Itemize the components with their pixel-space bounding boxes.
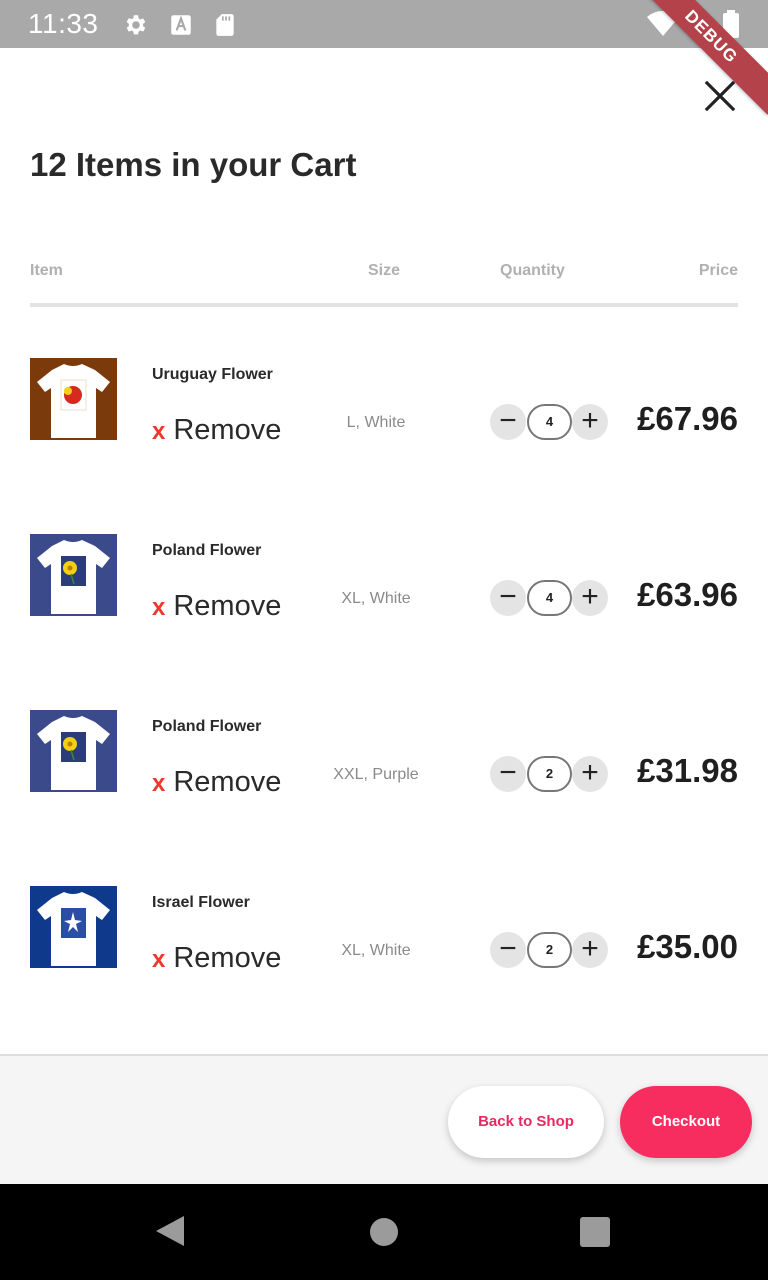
increase-quantity-button[interactable]: + [572,404,608,440]
navigation-bar [0,1184,768,1280]
remove-x-icon: x [152,594,166,621]
decrease-quantity-button[interactable]: − [490,756,526,792]
increase-quantity-button[interactable]: + [572,932,608,968]
remove-x-icon: x [152,418,166,445]
cart-row: Uruguay Flower x Remove L, White − 4 + £6… [0,358,768,488]
recents-square-icon[interactable] [580,1217,610,1247]
header-item: Item [30,262,63,279]
remove-label: Remove [173,590,282,622]
item-name[interactable]: Israel Flower [152,894,250,912]
item-size: L, White [346,414,406,431]
remove-x-icon: x [152,946,166,973]
remove-label: Remove [173,766,282,798]
item-price: £63.96 [637,576,738,613]
quantity-field[interactable]: 4 [527,580,572,616]
remove-button[interactable]: x Remove [152,766,281,799]
back-to-shop-button[interactable]: Back to Shop [448,1086,604,1158]
gear-icon [126,15,146,35]
header-price: Price [698,262,738,279]
item-size: XL, White [341,590,411,607]
item-name[interactable]: Poland Flower [152,542,261,560]
item-name[interactable]: Uruguay Flower [152,366,273,384]
cart-row: Israel Flower x Remove XL, White − 2 + £3… [0,886,768,1016]
quantity-field[interactable]: 2 [527,932,572,968]
remove-button[interactable]: x Remove [152,942,281,975]
increase-quantity-button[interactable]: + [572,756,608,792]
decrease-quantity-button[interactable]: − [490,932,526,968]
product-thumbnail[interactable] [30,710,117,792]
header-quantity: Quantity [500,262,565,279]
status-bar: 11:33 [0,0,768,48]
close-icon[interactable] [702,78,738,114]
product-thumbnail[interactable] [30,886,117,968]
item-size: XXL, Purple [333,766,419,783]
decrease-quantity-button[interactable]: − [490,580,526,616]
item-price: £35.00 [637,928,738,965]
remove-label: Remove [173,414,282,446]
decrease-quantity-button[interactable]: − [490,404,526,440]
sd-card-icon [216,14,234,36]
cart-row: Poland Flower x Remove XL, White − 4 + £6… [0,534,768,664]
item-price: £31.98 [637,752,738,789]
header-size: Size [368,262,401,279]
home-circle-icon[interactable] [370,1218,398,1246]
product-thumbnail[interactable] [30,358,117,440]
remove-x-icon: x [152,770,166,797]
increase-quantity-button[interactable]: + [572,580,608,616]
cart-title: 12 Items in your Cart [30,146,357,183]
header-divider [30,303,738,307]
quantity-field[interactable]: 4 [527,404,572,440]
status-time: 11:33 [28,8,99,39]
item-size: XL, White [341,942,411,959]
a-icon [171,15,191,35]
remove-button[interactable]: x Remove [152,414,281,447]
remove-button[interactable]: x Remove [152,590,281,623]
cart-footer: Back to Shop Checkout [0,1054,768,1184]
back-triangle-icon[interactable] [154,1214,186,1248]
quantity-field[interactable]: 2 [527,756,572,792]
item-price: £67.96 [637,400,738,437]
checkout-button[interactable]: Checkout [620,1086,752,1158]
remove-label: Remove [173,942,282,974]
cart-row: Poland Flower x Remove XXL, Purple − 2 + … [0,710,768,840]
product-thumbnail[interactable] [30,534,117,616]
item-name[interactable]: Poland Flower [152,718,261,736]
